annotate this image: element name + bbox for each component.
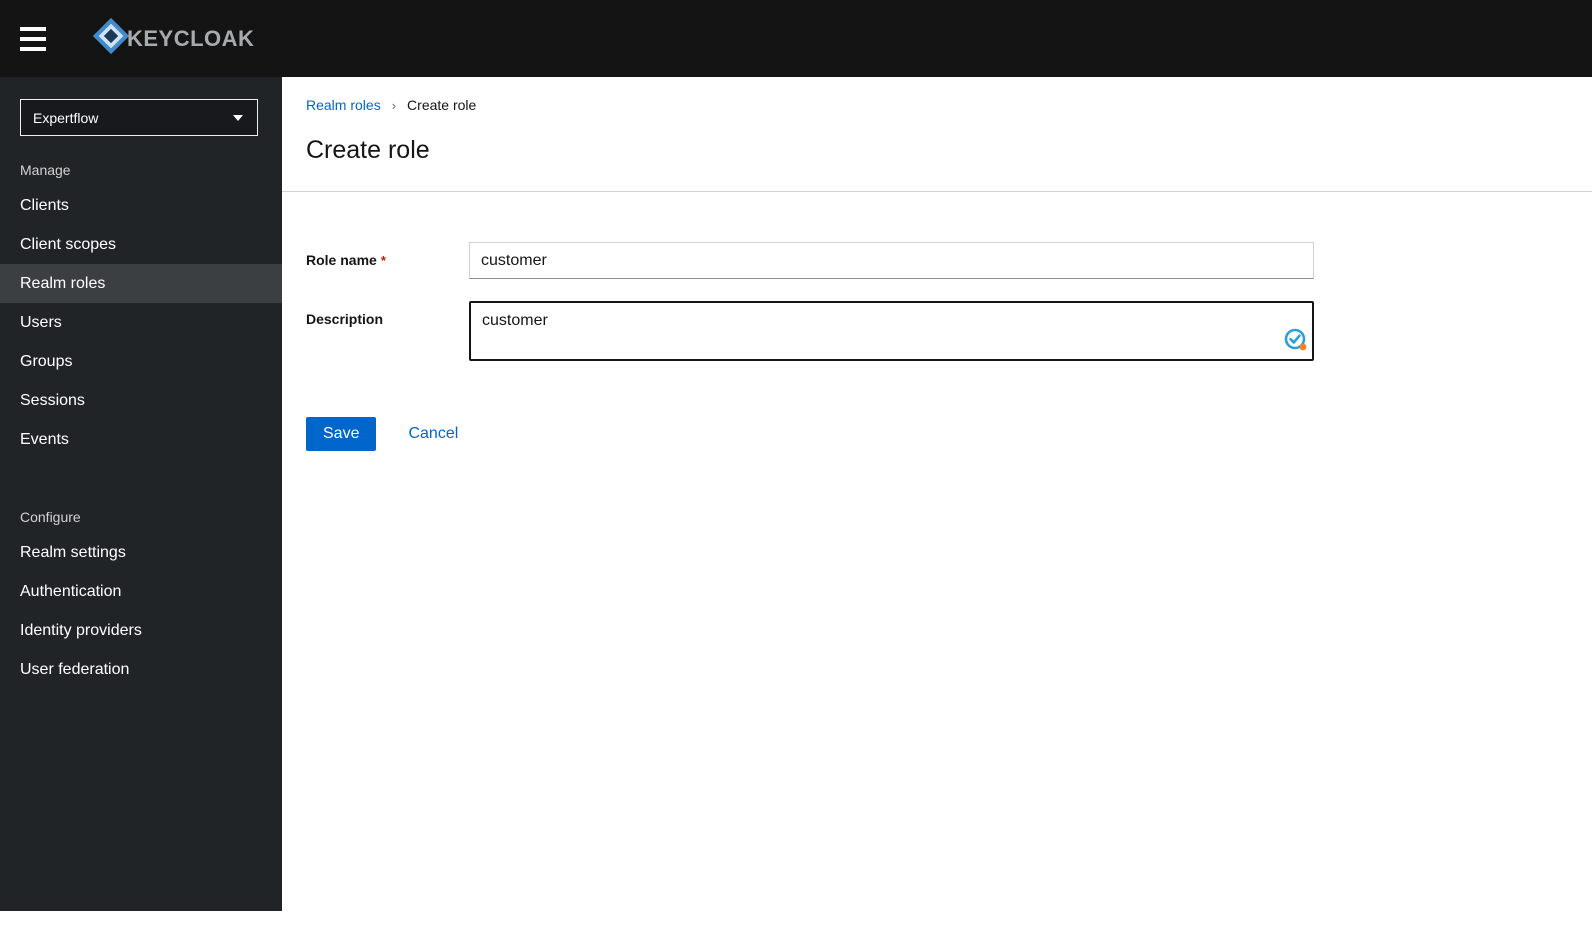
create-role-form: Role name* Description customer [282, 192, 1592, 451]
sidebar-item-groups[interactable]: Groups [0, 342, 282, 381]
sidebar-item-sessions[interactable]: Sessions [0, 381, 282, 420]
form-actions: Save Cancel [306, 417, 1592, 451]
sidebar-item-users[interactable]: Users [0, 303, 282, 342]
description-textarea[interactable]: customer [469, 301, 1314, 361]
check-badge-icon[interactable] [1284, 328, 1308, 352]
sidebar-item-client-scopes[interactable]: Client scopes [0, 225, 282, 264]
breadcrumb-realm-roles-link[interactable]: Realm roles [306, 97, 381, 113]
description-row: Description customer [306, 301, 1592, 361]
sidebar-item-identity-providers[interactable]: Identity providers [0, 611, 282, 650]
top-bar: KEYCLOAK [0, 0, 1592, 77]
sidebar-nav: Manage Clients Client scopes Realm roles Use… [0, 154, 282, 689]
nav-section-title-manage: Manage [20, 162, 71, 178]
role-name-input[interactable] [469, 242, 1314, 279]
breadcrumb: Realm roles › Create role [306, 97, 1568, 113]
hamburger-menu-button[interactable] [18, 17, 62, 61]
page-header: Realm roles › Create role Create role [282, 77, 1592, 192]
sidebar-item-user-federation[interactable]: User federation [0, 650, 282, 689]
role-name-row: Role name * [306, 242, 1592, 279]
required-asterisk: * [380, 253, 386, 268]
keycloak-logo-text: KEYCLOAK [127, 25, 255, 51]
breadcrumb-current: Create role [407, 97, 477, 113]
sidebar-item-authentication[interactable]: Authentication [0, 572, 282, 611]
realm-selector-value: Expertflow [33, 109, 99, 126]
main-content: Realm roles › Create role Create role Ro… [282, 77, 1592, 911]
role-name-label: Role name * [306, 252, 386, 268]
breadcrumb-separator-icon: › [391, 97, 397, 113]
sidebar-item-events[interactable]: Events [0, 420, 282, 459]
save-button[interactable]: Save [306, 417, 377, 451]
realm-selector[interactable]: Expertflow [20, 99, 258, 136]
description-textarea-wrap: customer [469, 301, 1314, 361]
keycloak-logo-icon [90, 15, 132, 62]
description-label: Description [306, 311, 384, 327]
page-title: Create role [306, 136, 430, 164]
app-layout: Expertflow Manage Clients Client scopes Rea… [0, 77, 1592, 911]
sidebar-item-realm-roles[interactable]: Realm roles [0, 264, 282, 303]
sidebar: Expertflow Manage Clients Client scopes Rea… [0, 77, 282, 911]
cancel-link[interactable]: Cancel [408, 425, 458, 443]
sidebar-item-clients[interactable]: Clients [0, 186, 282, 225]
keycloak-logo: KEYCLOAK [90, 15, 254, 62]
nav-section-title-configure: Configure [20, 509, 81, 525]
chevron-down-icon [233, 114, 243, 121]
sidebar-item-realm-settings[interactable]: Realm settings [0, 533, 282, 572]
